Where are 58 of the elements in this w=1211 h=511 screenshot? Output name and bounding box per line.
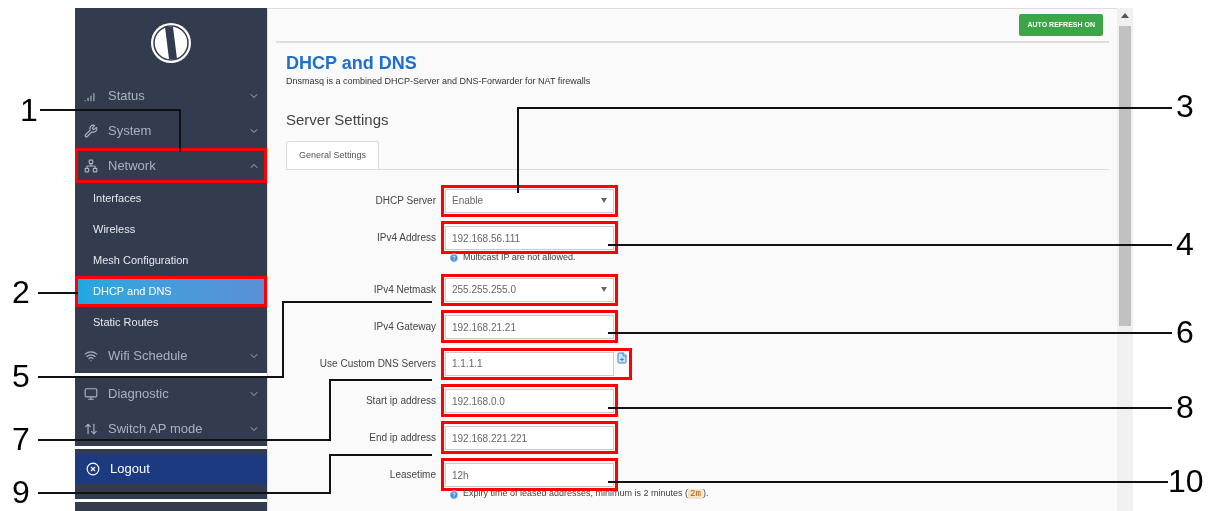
- field-label: Leasetime: [388, 468, 436, 482]
- input-field[interactable]: 192.168.221.221: [445, 426, 614, 451]
- callout-number: 8: [1176, 389, 1194, 425]
- menu-item[interactable]: Wireless: [75, 214, 267, 245]
- add-entry-icon[interactable]: [616, 351, 628, 364]
- tab[interactable]: General Settings: [286, 141, 380, 169]
- callout-number: 3: [1176, 88, 1194, 124]
- dropdown-arrow-icon: [601, 287, 607, 292]
- help-icon: [449, 252, 459, 263]
- callout-number: 7: [12, 421, 30, 457]
- menu-group[interactable]: Status: [75, 78, 267, 113]
- field-label: IPv4 Netmask: [372, 283, 436, 297]
- callout-number: 2: [12, 274, 30, 310]
- logo-icon: [149, 21, 193, 65]
- menu-group[interactable]: Diagnostic: [75, 376, 267, 411]
- field-hint: Expiry time of leased addresses, minimum is 2 minutes ( 2m ).: [463, 487, 709, 502]
- callout-number: 10: [1168, 463, 1204, 499]
- input-field[interactable]: 192.168.56.111: [445, 226, 614, 251]
- input-field[interactable]: 1.1.1.1: [445, 351, 614, 376]
- field-label: IPv4 Address: [376, 231, 436, 245]
- callout-number: 1: [20, 92, 38, 128]
- callout-number: 5: [12, 358, 30, 394]
- field-hint: Multicast IP are not allowed.: [463, 250, 576, 264]
- field-label: IPv4 Gateway: [372, 320, 436, 334]
- scroll-up-icon[interactable]: [1121, 12, 1129, 20]
- up-down-arrows-icon: [84, 421, 98, 436]
- wifi-icon: [84, 348, 98, 363]
- field-label: DHCP Server: [374, 194, 436, 208]
- menu-item[interactable]: Mesh Configuration: [75, 245, 267, 276]
- close-circle-icon: [86, 462, 100, 476]
- menu-group[interactable]: Network: [75, 148, 267, 183]
- help-icon: [449, 489, 459, 500]
- callout-number: 9: [12, 474, 30, 510]
- dropdown-arrow-icon: [601, 198, 607, 203]
- network-icon: [84, 158, 98, 173]
- section-title: Server Settings: [286, 109, 390, 130]
- menu-item[interactable]: Interfaces: [75, 183, 267, 214]
- scrollbar-thumb[interactable]: [1119, 26, 1131, 326]
- menu-group[interactable]: Switch AP mode: [75, 411, 267, 446]
- dropdown[interactable]: Enable: [445, 188, 614, 213]
- leader-line: [37, 292, 79, 294]
- field-label: Use Custom DNS Servers: [318, 357, 436, 371]
- callout-number: 4: [1176, 226, 1194, 262]
- callout-number: 6: [1176, 314, 1194, 350]
- dropdown[interactable]: 255.255.255.0: [445, 277, 614, 302]
- field-label: End ip address: [368, 431, 436, 445]
- field-label: Start ip address: [364, 394, 436, 408]
- menu-group[interactable]: Wifi Schedule: [75, 338, 267, 373]
- page-title: DHCP and DNS: [286, 52, 418, 75]
- monitor-icon: [84, 386, 98, 401]
- menu-group[interactable]: System: [75, 113, 267, 148]
- input-field[interactable]: 12h: [445, 463, 614, 488]
- wrench-icon: [84, 123, 98, 138]
- menu-item[interactable]: Static Routes: [75, 307, 267, 338]
- page-description: Dnsmasq is a combined DHCP-Server and DNS-Forwarder for NAT firewalls: [286, 75, 592, 88]
- input-field[interactable]: 192.168.0.0: [445, 389, 614, 414]
- logout-button[interactable]: Logout: [75, 454, 267, 484]
- input-field[interactable]: 192.168.21.21: [445, 315, 614, 340]
